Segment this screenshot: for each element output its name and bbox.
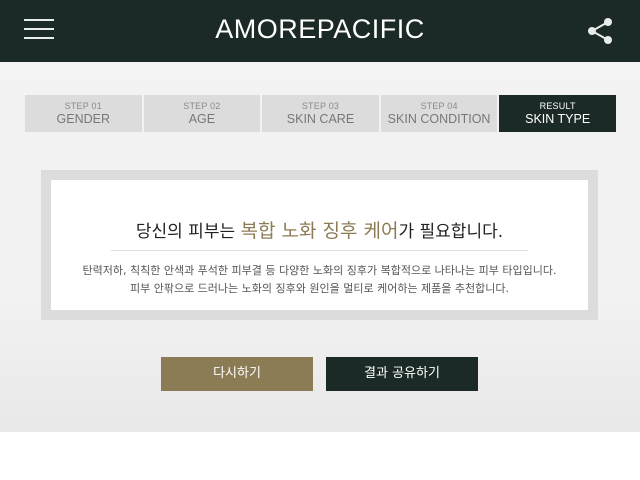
headline-prefix: 당신의 피부는 <box>135 222 241 242</box>
result-card: 당신의 피부는 복합 노화 징후 케어가 필요합니다. 탄력저하, 칙칙한 안색… <box>41 170 598 320</box>
step-number: STEP 02 <box>183 101 221 111</box>
step-skin-care[interactable]: STEP 03 SKIN CARE <box>262 95 379 132</box>
step-age[interactable]: STEP 02 AGE <box>143 95 261 132</box>
step-label: SKIN TYPE <box>525 112 591 126</box>
headline-highlight: 복합 노화 징후 케어 <box>240 220 399 242</box>
description-line-2: 피부 안팎으로 드러나는 노화의 징후와 원인을 멀티로 케어하는 제품을 추천… <box>129 282 510 295</box>
divider <box>111 250 528 251</box>
brand-logo[interactable]: AMOREPACIFIC <box>0 14 640 45</box>
step-label: SKIN CONDITION <box>387 112 491 126</box>
step-label: SKIN CARE <box>286 112 355 126</box>
step-label: AGE <box>188 112 216 126</box>
step-result-skin-type[interactable]: RESULT SKIN TYPE <box>499 95 616 132</box>
step-number: STEP 01 <box>64 101 102 111</box>
step-gender[interactable]: STEP 01 GENDER <box>25 95 142 132</box>
step-progress: STEP 01 GENDER STEP 02 AGE STEP 03 SKIN … <box>25 95 616 132</box>
result-description: 탄력저하, 칙칙한 안색과 푸석한 피부결 등 다양한 노화의 징후가 복합적으… <box>51 262 588 298</box>
step-number: RESULT <box>539 101 576 111</box>
step-label: GENDER <box>56 112 111 126</box>
share-result-button[interactable]: 결과 공유하기 <box>326 357 478 391</box>
step-number: STEP 03 <box>301 101 340 111</box>
step-skin-condition[interactable]: STEP 04 SKIN CONDITION <box>380 95 498 132</box>
result-card-inner: 당신의 피부는 복합 노화 징후 케어가 필요합니다. 탄력저하, 칙칙한 안색… <box>51 180 588 310</box>
step-number: STEP 04 <box>420 101 458 111</box>
share-icon[interactable] <box>584 15 616 47</box>
description-line-1: 탄력저하, 칙칙한 안색과 푸석한 피부결 등 다양한 노화의 징후가 복합적으… <box>82 264 557 277</box>
bottom-section <box>0 432 640 480</box>
headline-suffix: 가 필요합니다. <box>398 222 504 242</box>
app-header: AMOREPACIFIC <box>0 0 640 62</box>
result-headline: 당신의 피부는 복합 노화 징후 케어가 필요합니다. <box>51 216 588 243</box>
retry-button[interactable]: 다시하기 <box>161 357 313 391</box>
